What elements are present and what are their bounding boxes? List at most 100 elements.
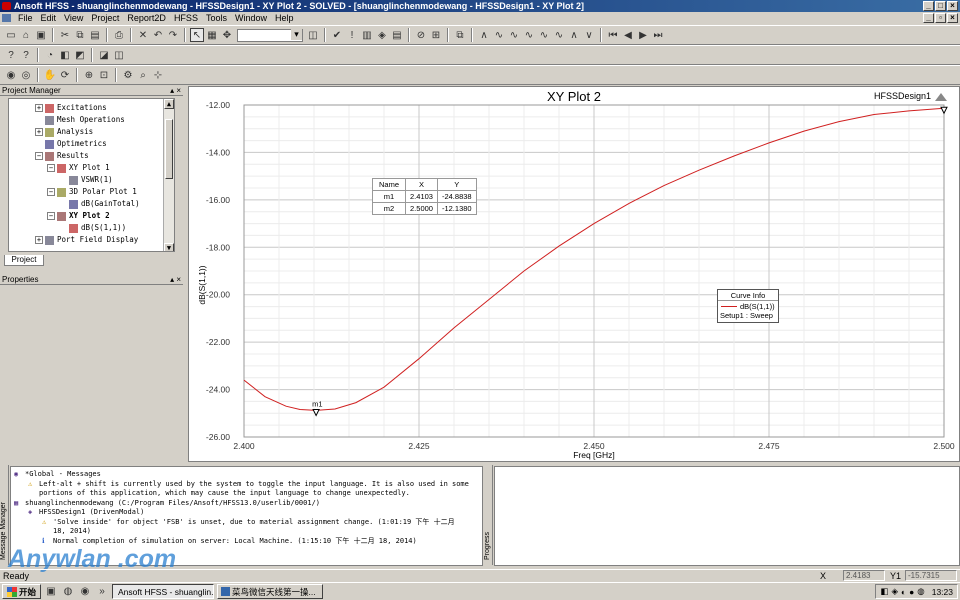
rotate-icon[interactable]: ⟳ <box>58 68 72 82</box>
marker-m2-icon[interactable] <box>940 106 948 115</box>
tree-item[interactable]: dB(S(1,1)) <box>11 222 174 234</box>
context-help-icon[interactable]: ? <box>19 48 33 62</box>
close-button[interactable]: × <box>947 1 958 11</box>
results-icon[interactable]: ▥ <box>360 28 374 42</box>
tree-scrollbar[interactable]: ▲ ▼ <box>163 99 174 251</box>
draw-cylinder-icon[interactable]: ◩ <box>73 48 87 62</box>
tree-item[interactable]: Optimetrics <box>11 138 174 150</box>
tree-item[interactable]: − 3D Polar Plot 1 <box>11 186 174 198</box>
marker-left-icon[interactable]: ∧ <box>567 28 581 42</box>
axis-icon[interactable]: ⊹ <box>151 68 165 82</box>
new-icon[interactable]: ▭ <box>4 28 18 42</box>
task-browser[interactable]: 菜鸟微信天线第一操... <box>217 584 324 599</box>
mdi-restore-button[interactable]: ▫ <box>935 13 946 23</box>
collapse-icon[interactable]: − <box>47 212 55 220</box>
draw-icon[interactable]: ◔ <box>43 48 57 62</box>
zoom-in-icon[interactable]: ⊕ <box>82 68 96 82</box>
mdi-minimize-button[interactable]: _ <box>923 13 934 23</box>
task-hfss[interactable]: Ansoft HFSS - shuanglin... <box>112 584 215 599</box>
expand-icon[interactable]: + <box>35 236 43 244</box>
play-icon[interactable]: ▶ <box>636 28 650 42</box>
validate-icon[interactable]: ✔ <box>330 28 344 42</box>
search-icon[interactable]: ⌕ <box>136 68 150 82</box>
delete-icon[interactable]: ✕ <box>136 28 150 42</box>
copy-icon[interactable]: ⧉ <box>73 28 87 42</box>
save-icon[interactable]: ▣ <box>34 28 48 42</box>
first-icon[interactable]: ⏮ <box>606 28 620 42</box>
marker-table[interactable]: Name X Y m1 2.4103 -24.8838 m2 2.5000 -1… <box>371 178 477 215</box>
message-item[interactable]: 18, 2014) <box>14 527 482 537</box>
tree-item[interactable]: dB(GainTotal) <box>11 198 174 210</box>
quicklaunch-browser-icon[interactable]: ◍ <box>61 585 75 599</box>
tray-update-icon[interactable]: ◍ <box>917 586 924 597</box>
tab-project[interactable]: Project <box>4 255 44 266</box>
quicklaunch-media-icon[interactable]: ◉ <box>78 585 92 599</box>
message-item[interactable]: ▦ shuanglinchenmodewang (C:/Program Files… <box>14 499 482 509</box>
marker-prev-min-icon[interactable]: ∿ <box>552 28 566 42</box>
print-icon[interactable]: ⎙ <box>112 28 126 42</box>
last-icon[interactable]: ⏭ <box>651 28 665 42</box>
open-icon[interactable]: ⌂ <box>19 28 33 42</box>
marker-max-icon[interactable]: ∿ <box>492 28 506 42</box>
properties-icon[interactable]: ◫ <box>306 28 320 42</box>
expand-icon[interactable]: + <box>35 128 43 136</box>
progress-handle[interactable]: Progress <box>484 465 493 565</box>
undo-icon[interactable]: ↶ <box>151 28 165 42</box>
pin-icon[interactable]: ▴ × <box>170 85 181 96</box>
curve-info-legend[interactable]: Curve Info dB(S(1,1)) Setup1 : Sweep <box>717 289 779 323</box>
menu-file[interactable]: File <box>14 13 37 23</box>
marker-icon[interactable]: ⊘ <box>414 28 428 42</box>
unite-icon[interactable]: ◪ <box>97 48 111 62</box>
field-overlay-icon[interactable]: ◈ <box>375 28 389 42</box>
tray-network-icon[interactable]: ◧ <box>880 586 888 597</box>
menu-hfss[interactable]: HFSS <box>170 13 202 23</box>
menu-report2d[interactable]: Report2D <box>123 13 170 23</box>
marker-next-peak-icon[interactable]: ∿ <box>507 28 521 42</box>
quicklaunch-desktop-icon[interactable]: ▣ <box>44 585 58 599</box>
scroll-thumb[interactable] <box>165 119 173 179</box>
quicklaunch-more-icon[interactable]: » <box>95 585 109 599</box>
pan-icon[interactable]: ✥ <box>220 28 234 42</box>
redo-icon[interactable]: ↷ <box>166 28 180 42</box>
subtract-icon[interactable]: ◫ <box>112 48 126 62</box>
help-icon[interactable]: ? <box>4 48 18 62</box>
draw-box-icon[interactable]: ◧ <box>58 48 72 62</box>
tree-item[interactable]: − XY Plot 2 <box>11 210 174 222</box>
maximize-button[interactable]: □ <box>935 1 946 11</box>
minimize-button[interactable]: _ <box>923 1 934 11</box>
collapse-icon[interactable]: − <box>47 188 55 196</box>
pin-icon[interactable]: ▴ × <box>170 274 181 285</box>
marker-next-min-icon[interactable]: ∿ <box>537 28 551 42</box>
marker-prev-peak-icon[interactable]: ∿ <box>522 28 536 42</box>
menu-window[interactable]: Window <box>231 13 271 23</box>
menu-help[interactable]: Help <box>271 13 298 23</box>
tree-item[interactable]: Mesh Operations <box>11 114 174 126</box>
hand-pan-icon[interactable]: ✋ <box>43 68 57 82</box>
marker-min-icon[interactable]: ∧ <box>477 28 491 42</box>
zoom-window-icon[interactable]: ⧉ <box>453 28 467 42</box>
collapse-icon[interactable]: − <box>35 152 43 160</box>
fit-view-icon[interactable]: ◎ <box>19 68 33 82</box>
tree-item[interactable]: + Analysis <box>11 126 174 138</box>
expand-icon[interactable]: + <box>35 104 43 112</box>
data-table-icon[interactable]: ⊞ <box>429 28 443 42</box>
tree-item[interactable]: + Port Field Display <box>11 234 174 246</box>
marker-right-icon[interactable]: ∨ <box>582 28 596 42</box>
tray-im-icon[interactable]: ● <box>909 587 914 597</box>
scroll-up-icon[interactable]: ▲ <box>164 99 174 109</box>
message-item[interactable]: ⚠ 'Solve inside' for object 'FSB' is unse… <box>14 518 482 528</box>
tree-item[interactable]: − XY Plot 1 <box>11 162 174 174</box>
tree-item[interactable]: − Results <box>11 150 174 162</box>
select-icon[interactable]: ↖ <box>190 28 204 42</box>
message-item[interactable]: ◈ HFSSDesign1 (DrivenModal) <box>14 508 482 518</box>
menu-edit[interactable]: Edit <box>37 13 61 23</box>
prev-icon[interactable]: ◀ <box>621 28 635 42</box>
zoom-fit-icon[interactable]: ⊡ <box>97 68 111 82</box>
paste-icon[interactable]: ▤ <box>88 28 102 42</box>
tree-item[interactable]: VSWR(1) <box>11 174 174 186</box>
xy-plot-chart[interactable]: -12.00 -14.00 -16.00 -18.00 -20.00 -22.00 -24.… <box>189 87 959 461</box>
select-by-name-icon[interactable]: ▦ <box>205 28 219 42</box>
view-settings-icon[interactable]: ⚙ <box>121 68 135 82</box>
menu-view[interactable]: View <box>60 13 87 23</box>
start-button[interactable]: 开始 <box>2 584 42 599</box>
